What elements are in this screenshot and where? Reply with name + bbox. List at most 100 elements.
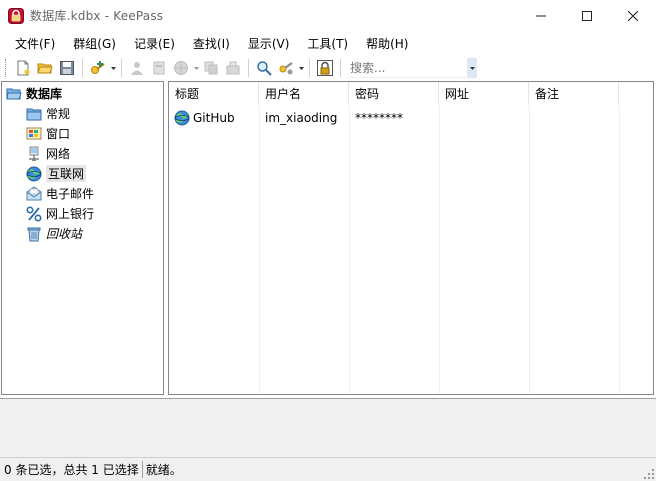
entry-title: GitHub xyxy=(193,111,235,125)
recycle-bin-icon xyxy=(26,226,42,242)
entry-username: im_xiaoding xyxy=(265,111,338,125)
copy-entry-button[interactable] xyxy=(200,57,222,79)
globe-icon xyxy=(174,110,190,126)
status-bar: 0 条已选，总共 1 已选择 就绪。 xyxy=(0,458,656,481)
tree-group-label: 窗口 xyxy=(46,127,71,141)
windows-icon xyxy=(26,126,42,142)
tree-group-label: 常规 xyxy=(46,107,71,121)
keepass-lock-icon xyxy=(8,7,24,24)
entry-password: ******** xyxy=(355,111,403,125)
menu-file[interactable]: 文件(F) xyxy=(6,33,64,54)
folder-icon xyxy=(26,106,42,122)
group-tree[interactable]: 数据库 常规 窗口 网络 互联网 电子邮件 网上银行 回收站 xyxy=(1,81,164,395)
add-entry-dropdown[interactable] xyxy=(109,57,117,79)
tree-group-general[interactable]: 常规 xyxy=(26,104,70,123)
toolbar-grip[interactable] xyxy=(5,59,8,77)
menu-help[interactable]: 帮助(H) xyxy=(357,33,417,54)
add-entry-icon xyxy=(91,61,105,74)
email-icon xyxy=(26,185,42,202)
list-header: 标题 用户名 密码 网址 备注 xyxy=(169,82,653,105)
add-entry-button[interactable] xyxy=(87,57,109,79)
close-icon xyxy=(628,10,638,21)
menu-bar: 文件(F) 群组(G) 记录(E) 查找(I) 显示(V) 工具(T) 帮助(H… xyxy=(0,31,656,55)
column-divider xyxy=(349,105,350,394)
tree-group-label: 回收站 xyxy=(46,227,83,241)
tree-group-network[interactable]: 网络 xyxy=(26,144,70,163)
column-header-password[interactable]: 密码 xyxy=(349,82,439,105)
chevron-down-icon xyxy=(193,66,199,70)
menu-entry[interactable]: 记录(E) xyxy=(125,33,184,54)
open-url-dropdown[interactable] xyxy=(192,57,200,79)
search-input[interactable]: 搜索... xyxy=(348,58,466,78)
copy-username-button[interactable] xyxy=(126,57,148,79)
menu-group[interactable]: 群组(G) xyxy=(64,33,125,54)
open-url-icon xyxy=(174,61,188,75)
entry-view-dropdown[interactable] xyxy=(297,57,305,79)
tree-group-windows[interactable]: 窗口 xyxy=(26,124,70,143)
find-icon xyxy=(257,61,272,76)
column-header-username[interactable]: 用户名 xyxy=(259,82,349,105)
status-separator xyxy=(141,461,143,478)
chevron-down-icon xyxy=(298,66,304,70)
maximize-icon xyxy=(582,10,592,21)
entry-detail-panel[interactable] xyxy=(0,398,656,458)
lock-workspace-button[interactable] xyxy=(314,57,336,79)
save-icon xyxy=(60,61,74,75)
tree-group-email[interactable]: 电子邮件 xyxy=(26,184,94,203)
column-divider xyxy=(439,105,440,394)
find-button[interactable] xyxy=(253,57,275,79)
column-header-url[interactable]: 网址 xyxy=(439,82,529,105)
new-database-icon xyxy=(17,60,30,76)
table-row[interactable]: GitHub im_xiaoding ******** xyxy=(169,107,619,129)
search-dropdown-button[interactable] xyxy=(467,58,477,78)
folder-open-icon xyxy=(6,86,22,102)
tree-root-database[interactable]: 数据库 xyxy=(6,84,62,103)
column-header-notes[interactable]: 备注 xyxy=(529,82,619,105)
maximize-button[interactable] xyxy=(564,0,610,31)
autotype-button[interactable] xyxy=(222,57,244,79)
tree-group-label: 网络 xyxy=(46,147,71,161)
menu-tools[interactable]: 工具(T) xyxy=(298,33,357,54)
window-title: 数据库.kdbx - KeePass xyxy=(30,9,164,23)
open-url-button[interactable] xyxy=(170,57,192,79)
resize-grip-icon[interactable] xyxy=(644,469,654,479)
minimize-icon xyxy=(536,15,546,16)
title-bar: 数据库.kdbx - KeePass xyxy=(0,0,656,31)
copy-icon xyxy=(204,61,218,75)
lock-workspace-icon xyxy=(317,60,333,76)
toolbar-separator xyxy=(340,59,341,77)
entry-view-icon xyxy=(279,62,293,75)
open-database-button[interactable] xyxy=(34,57,56,79)
tree-group-internet[interactable]: 互联网 xyxy=(26,164,87,183)
tree-group-label: 互联网 xyxy=(46,165,87,182)
copy-password-icon xyxy=(153,61,165,75)
open-database-icon xyxy=(37,63,53,74)
new-database-button[interactable] xyxy=(12,57,34,79)
copy-username-icon xyxy=(131,62,143,75)
entry-view-button[interactable] xyxy=(275,57,297,79)
close-button[interactable] xyxy=(610,0,656,31)
save-button[interactable] xyxy=(56,57,78,79)
status-state: 就绪。 xyxy=(145,463,182,477)
chevron-down-icon xyxy=(469,66,475,70)
toolbar: 搜索... xyxy=(0,55,656,81)
menu-find[interactable]: 查找(I) xyxy=(184,33,239,54)
autotype-icon xyxy=(226,61,240,75)
globe-icon xyxy=(26,166,42,182)
tree-root-label: 数据库 xyxy=(26,87,63,101)
cell-title: GitHub xyxy=(169,110,259,126)
toolbar-separator xyxy=(121,59,122,77)
status-selection: 0 条已选，总共 1 已选择 xyxy=(4,463,139,477)
column-divider xyxy=(619,105,620,394)
toolbar-separator xyxy=(82,59,83,77)
network-icon xyxy=(26,146,42,162)
minimize-button[interactable] xyxy=(518,0,564,31)
tree-group-recycle-bin[interactable]: 回收站 xyxy=(26,224,82,243)
entry-list[interactable]: 标题 用户名 密码 网址 备注 GitHub im_xiaoding *****… xyxy=(168,81,654,395)
column-header-title[interactable]: 标题 xyxy=(169,82,259,105)
toolbar-separator xyxy=(248,59,249,77)
copy-password-button[interactable] xyxy=(148,57,170,79)
menu-view[interactable]: 显示(V) xyxy=(239,33,299,54)
tree-group-banking[interactable]: 网上银行 xyxy=(26,204,94,223)
chevron-down-icon xyxy=(110,66,116,70)
